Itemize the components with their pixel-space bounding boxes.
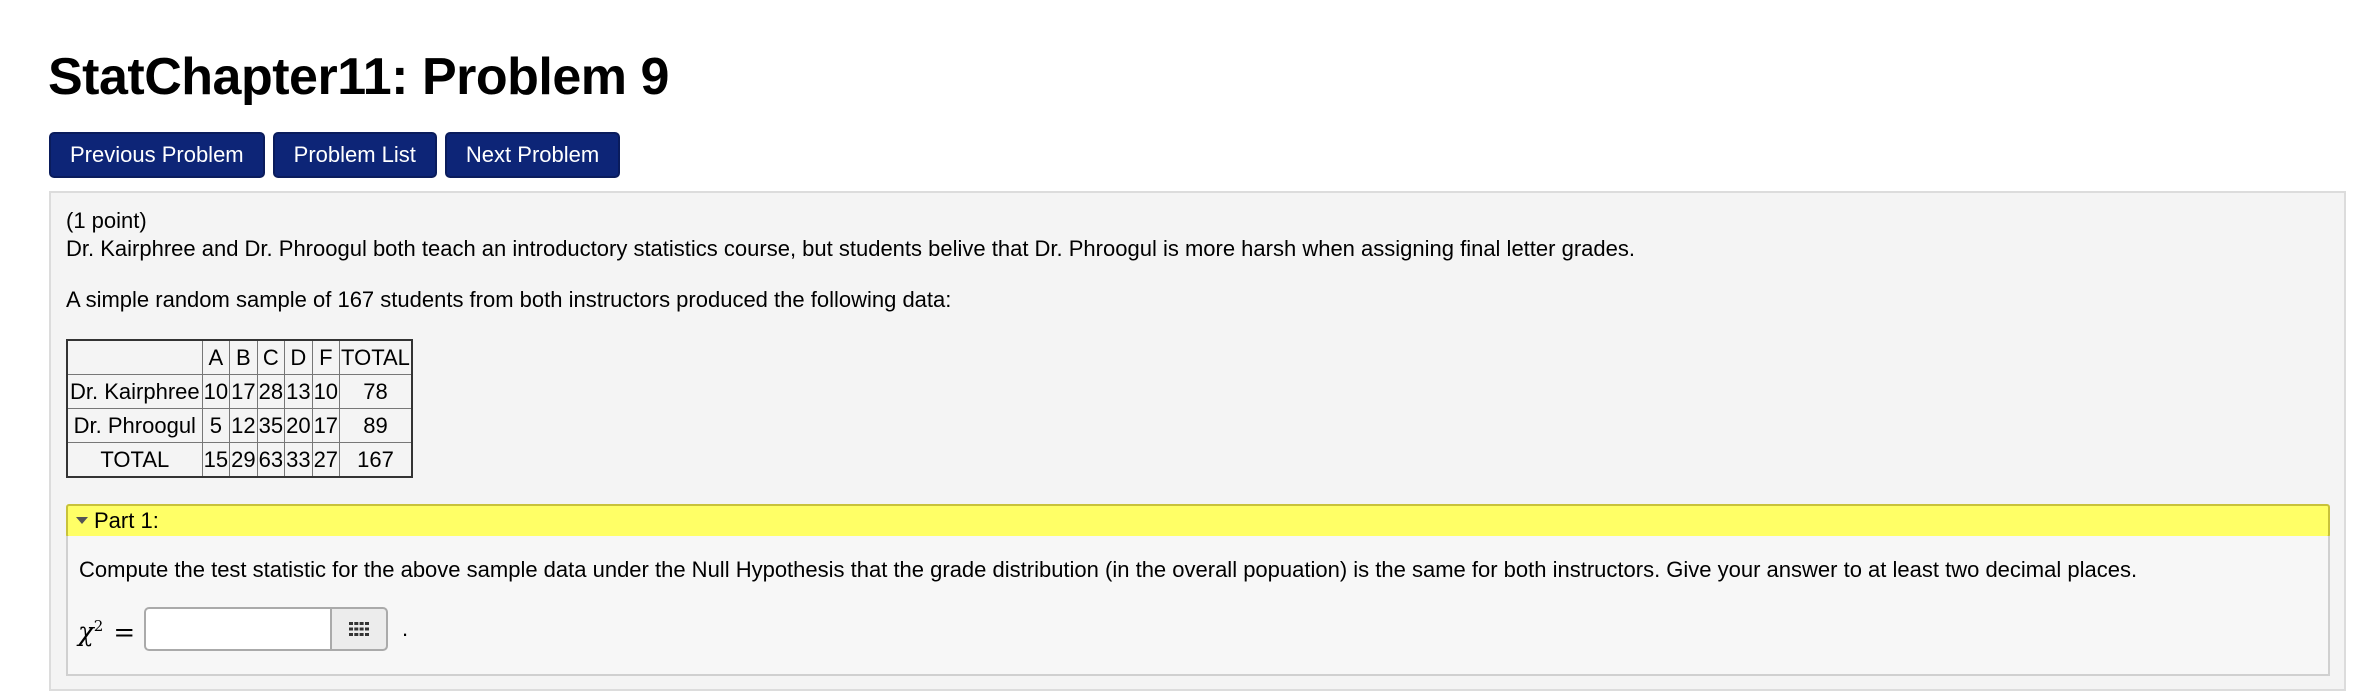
answer-field-group — [144, 607, 388, 651]
sample-description: A simple random sample of 167 students f… — [66, 287, 952, 312]
table-row: Dr. Kairphree 10 17 28 13 10 78 — [66, 374, 413, 409]
table-cell: 35 — [256, 408, 286, 443]
part-1-question: Compute the test statistic for the above… — [79, 557, 2138, 582]
part-1-body: Compute the test statistic for the above… — [66, 536, 2330, 676]
table-cell: 29 — [229, 442, 258, 478]
chi-symbol: χ — [78, 617, 94, 648]
table-cell: 10 — [201, 374, 231, 409]
next-problem-button[interactable]: Next Problem — [444, 132, 621, 178]
part-1-header[interactable]: Part 1: — [66, 504, 2330, 538]
table-cell: 13 — [284, 374, 313, 409]
keypad-icon[interactable] — [330, 607, 388, 651]
trailing-period: . — [402, 616, 409, 641]
table-row-label: Dr. Kairphree — [66, 374, 203, 409]
problem-points: (1 point) — [66, 208, 147, 233]
caret-down-icon — [76, 516, 88, 524]
table-row: Dr. Phroogul 5 12 35 20 17 89 — [66, 408, 413, 443]
table-header-cell: A — [201, 339, 231, 375]
table-header-cell: TOTAL — [339, 339, 413, 375]
table-row-label: TOTAL — [66, 442, 203, 478]
table-header-cell: D — [284, 339, 313, 375]
table-cell: 167 — [339, 442, 413, 478]
page-title: StatChapter11: Problem 9 — [48, 48, 669, 106]
table-cell: 20 — [284, 408, 313, 443]
table-row-label: Dr. Phroogul — [66, 408, 203, 443]
grade-table: A B C D F TOTAL Dr. Kairphree 10 17 28 13 10 78 Dr. P… — [66, 339, 413, 478]
table-cell: 28 — [256, 374, 286, 409]
part-1-label: Part 1: — [94, 508, 159, 533]
problem-nav: Previous Problem Problem List Next Probl… — [49, 132, 621, 178]
table-cell: 27 — [311, 442, 341, 478]
table-header-cell: B — [229, 339, 258, 375]
table-row: TOTAL 15 29 63 33 27 167 — [66, 442, 413, 478]
table-cell: 33 — [284, 442, 313, 478]
table-header-cell — [66, 339, 203, 375]
table-cell: 17 — [311, 408, 341, 443]
table-cell: 89 — [339, 408, 413, 443]
problem-list-button[interactable]: Problem List — [272, 132, 437, 178]
chi-superscript: 2 — [93, 617, 104, 635]
previous-problem-button[interactable]: Previous Problem — [49, 132, 265, 178]
table-cell: 78 — [339, 374, 413, 409]
table-header-cell: F — [311, 339, 341, 375]
table-header-cell: C — [256, 339, 286, 375]
table-cell: 10 — [311, 374, 341, 409]
table-header-row: A B C D F TOTAL — [66, 339, 413, 375]
table-cell: 12 — [229, 408, 258, 443]
table-cell: 17 — [229, 374, 258, 409]
table-cell: 5 — [201, 408, 231, 443]
problem-panel: (1 point) Dr. Kairphree and Dr. Phroogul… — [49, 191, 2346, 691]
equals-sign: = — [113, 617, 136, 648]
chi-square-label: χ2 = — [78, 606, 135, 653]
table-cell: 15 — [201, 442, 231, 478]
answer-input[interactable] — [144, 607, 330, 651]
problem-intro: Dr. Kairphree and Dr. Phroogul both teac… — [66, 236, 1635, 261]
table-cell: 63 — [256, 442, 286, 478]
